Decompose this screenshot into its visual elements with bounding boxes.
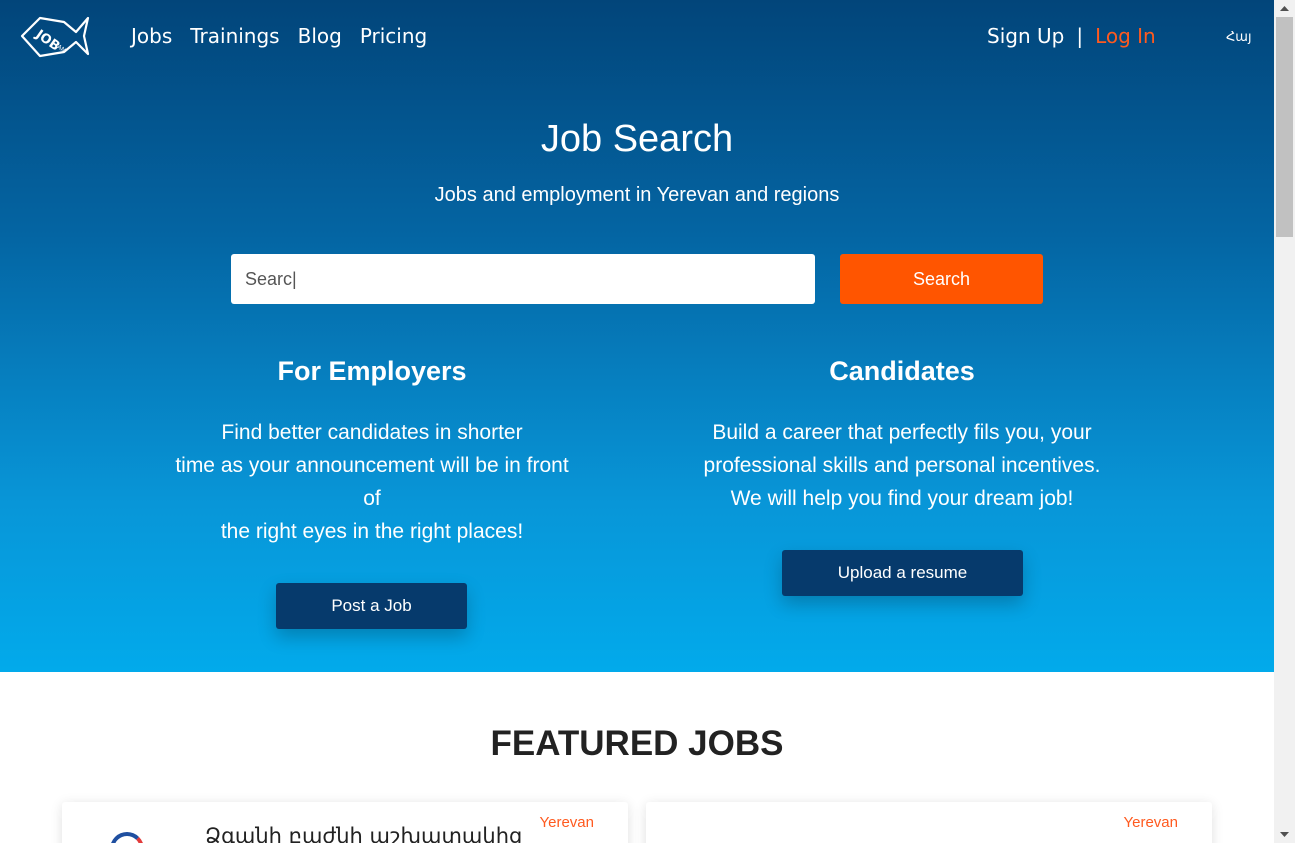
search-input[interactable] (231, 254, 815, 304)
featured-jobs-title: FEATURED JOBS (490, 724, 784, 763)
login-link[interactable]: Log In (1095, 24, 1156, 48)
company-logo (110, 832, 144, 843)
employers-heading: For Employers (277, 356, 467, 386)
job-title[interactable]: Ձգանի բաժնի աշխատակից (205, 824, 522, 843)
nav-item-jobs[interactable]: Jobs (131, 24, 172, 48)
job-location: Yerevan (1123, 814, 1179, 831)
upload-resume-button[interactable]: Upload a resume (782, 550, 1023, 596)
nav-item-blog[interactable]: Blog (298, 24, 342, 48)
job-location: Yerevan (539, 814, 595, 831)
nav-item-trainings[interactable]: Trainings (190, 24, 279, 48)
page-title: Job Search (540, 118, 734, 160)
nav-item-pricing[interactable]: Pricing (360, 24, 427, 48)
employers-text: Find better candidates in shorter time a… (175, 421, 569, 543)
auth-links: Sign Up | Log In (987, 24, 1156, 48)
job-card[interactable]: Yerevan (646, 802, 1212, 843)
scroll-up-arrow-icon[interactable] (1274, 0, 1295, 17)
auth-separator: | (1076, 24, 1084, 48)
signup-link[interactable]: Sign Up (987, 24, 1064, 48)
search-button[interactable]: Search (840, 254, 1043, 304)
fish-logo-icon[interactable]: JOB .AM (18, 12, 90, 60)
scrollbar-thumb[interactable] (1276, 17, 1293, 237)
employers-section: For Employers Find better candidates in … (142, 356, 602, 548)
candidates-heading: Candidates (829, 356, 975, 386)
post-job-button[interactable]: Post a Job (276, 583, 467, 629)
hero-section: JOB .AM Jobs Trainings Blog Pricing Sign… (0, 0, 1274, 672)
page: JOB .AM Jobs Trainings Blog Pricing Sign… (0, 0, 1274, 843)
candidates-text: Build a career that perfectly fils you, … (703, 421, 1101, 510)
job-card[interactable]: Ձգանի բաժնի աշխատակից Yerevan (62, 802, 628, 843)
page-subtitle: Jobs and employment in Yerevan and regio… (434, 184, 840, 206)
scroll-down-arrow-icon[interactable] (1274, 826, 1295, 843)
main-nav: Jobs Trainings Blog Pricing (131, 24, 427, 48)
language-switch[interactable]: Հայ (1226, 30, 1252, 45)
page-scrollbar[interactable] (1274, 0, 1295, 843)
candidates-section: Candidates Build a career that perfectly… (672, 356, 1132, 515)
